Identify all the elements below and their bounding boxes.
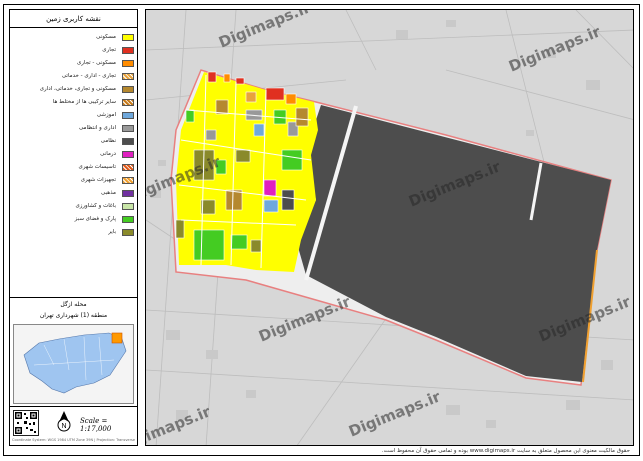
legend-swatch	[122, 59, 134, 67]
legend-item: تاسیسات شهری	[14, 162, 134, 172]
legend-item: درمانی	[14, 149, 134, 159]
legend-label: مذهبی	[101, 190, 116, 196]
legend-swatch	[122, 33, 134, 41]
district-title: محله ازگل	[60, 301, 87, 308]
legend-list: مسکونی تجاری مسکونی - تجاری تجاری - اداری -…	[14, 32, 134, 294]
legend-label: سایر ترکیبی ها از مختلط ها	[52, 99, 116, 105]
legend-label: مسکونی و تجاری، خدماتی، اداری	[39, 86, 116, 92]
legend-item: نظامی	[14, 136, 134, 146]
legend-item: تجاری	[14, 45, 134, 55]
land-use-map	[146, 10, 633, 445]
legend-label: آموزشی	[96, 112, 116, 118]
legend-item: پارک و فضای سبز	[14, 214, 134, 224]
legend-item: مسکونی	[14, 32, 134, 42]
legend-swatch	[122, 72, 134, 80]
scale-text: Scale = 1:17,000	[80, 417, 112, 433]
legend-item: مسکونی - تجاری	[14, 58, 134, 68]
legend-swatch	[122, 46, 134, 54]
legend-item: تجاری - اداری - خدماتی	[14, 71, 134, 81]
legend-label: تجاری - اداری - خدماتی	[61, 73, 116, 79]
legend-swatch	[122, 215, 134, 223]
legend-swatch	[122, 202, 134, 210]
legend-label: تجاری	[102, 47, 116, 53]
legend-item: تجهیزات شهری	[14, 175, 134, 185]
legend-label: تجهیزات شهری	[80, 177, 116, 183]
legend-swatch	[122, 163, 134, 171]
legend-label: اداری و انتظامی	[78, 125, 116, 131]
qr-code	[13, 410, 39, 436]
legend-swatch	[122, 189, 134, 197]
legend-item: اداری و انتظامی	[14, 123, 134, 133]
legend-label: پارک و فضای سبز	[74, 216, 116, 222]
legend-label: مسکونی - تجاری	[76, 60, 116, 66]
legend-label: نظامی	[100, 138, 116, 144]
copyright-credit: حقوق مالکیت معنوی این محصول متعلق به سای…	[381, 448, 630, 454]
district-subtitle: منطقه (1) شهرداری تهران	[39, 312, 108, 319]
legend-divider-2	[10, 406, 137, 407]
locator-inset-map	[13, 324, 134, 404]
legend-divider	[10, 297, 137, 298]
legend-item: مسکونی و تجاری، خدماتی، اداری	[14, 84, 134, 94]
legend-swatch	[122, 111, 134, 119]
legend-label: درمانی	[100, 151, 116, 157]
tehran-districts-shape	[23, 332, 127, 394]
legend-swatch	[122, 150, 134, 158]
legend-label: بایر	[108, 229, 116, 235]
legend-label: مسکونی	[96, 34, 116, 40]
map-area[interactable]: Digimaps.ir Digimaps.ir Digimaps.ir Digi…	[145, 9, 634, 446]
legend-swatch	[122, 228, 134, 236]
legend-item: آموزشی	[14, 110, 134, 120]
legend-item: بایر	[14, 227, 134, 237]
legend-swatch	[122, 176, 134, 184]
legend-title: نقشه کاربری زمین	[10, 10, 137, 28]
legend-item: مذهبی	[14, 188, 134, 198]
legend-item: سایر ترکیبی ها از مختلط ها	[14, 97, 134, 107]
legend-swatch	[122, 124, 134, 132]
legend-swatch	[122, 98, 134, 106]
legend-item: باغات و کشاورزی	[14, 201, 134, 211]
north-arrow-icon: N	[56, 410, 72, 432]
legend-swatch	[122, 137, 134, 145]
legend-swatch	[122, 85, 134, 93]
legend-panel: نقشه کاربری زمین مسکونی تجاری مسکونی - تجا…	[9, 9, 138, 446]
legend-label: باغات و کشاورزی	[75, 203, 116, 209]
highlighted-district	[111, 332, 123, 344]
legend-label: تاسیسات شهری	[78, 164, 116, 170]
coordinate-system-note: Coordinate System: WGS 1984 UTM Zone 39N…	[12, 438, 136, 442]
north-label: N	[61, 423, 66, 430]
